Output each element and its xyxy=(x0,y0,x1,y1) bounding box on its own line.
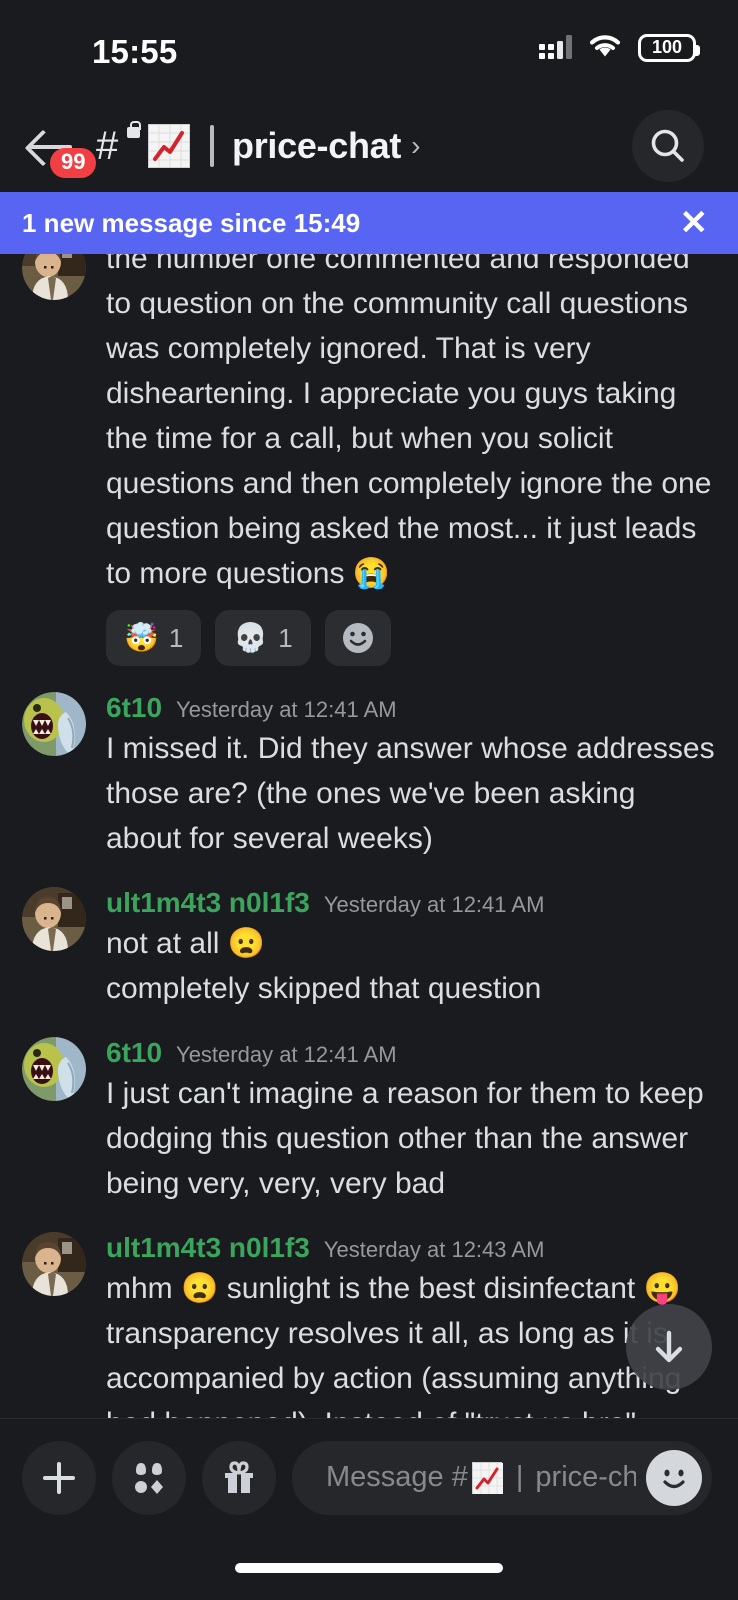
unread-badge: 99 xyxy=(50,148,97,179)
emoji-smiley-icon xyxy=(655,1458,693,1497)
gift-button[interactable] xyxy=(202,1440,276,1515)
message-input[interactable]: Message # | price-chat xyxy=(292,1440,712,1515)
channel-header: 99 # price-chat › xyxy=(0,100,738,192)
page-title[interactable]: price-chat xyxy=(232,125,401,167)
placeholder-channel: price-chat xyxy=(535,1461,636,1493)
message-text: not at all 😦 xyxy=(106,927,266,960)
message-body: ult1m4t3 n0l1f3 Yesterday at 12:43 AM mh… xyxy=(106,1232,716,1418)
cellular-signal-icon xyxy=(539,34,572,59)
search-button[interactable] xyxy=(632,110,704,182)
avatar[interactable] xyxy=(22,1037,86,1101)
exploding-head-emoji: 🤯 xyxy=(124,622,159,653)
header-divider xyxy=(210,125,214,167)
chevron-right-icon[interactable]: › xyxy=(411,130,420,162)
avatar[interactable] xyxy=(22,1232,86,1296)
search-icon xyxy=(651,129,684,162)
message-composer: Message # | price-chat xyxy=(0,1418,738,1536)
new-messages-banner-text: 1 new message since 15:49 xyxy=(22,207,361,238)
avatar[interactable] xyxy=(22,692,86,756)
message-meta: ult1m4t3 n0l1f3 Yesterday at 12:41 AM xyxy=(106,887,716,919)
message-row[interactable]: the number one commented and responded t… xyxy=(0,254,738,666)
message-body: 6t10 Yesterday at 12:41 AM I just can't … xyxy=(106,1037,716,1206)
message-timestamp: Yesterday at 12:43 AM xyxy=(323,1237,545,1262)
message-text: I just can't imagine a reason for them t… xyxy=(106,1077,713,1200)
message-meta: 6t10 Yesterday at 12:41 AM xyxy=(106,1037,716,1069)
jump-to-present-button[interactable] xyxy=(626,1304,712,1390)
emoji-picker-button[interactable] xyxy=(646,1449,702,1506)
avatar[interactable] xyxy=(22,254,86,300)
chart-increasing-emoji xyxy=(471,1461,503,1494)
home-indicator-bar xyxy=(0,1536,738,1600)
message-author[interactable]: 6t10 xyxy=(106,1037,162,1069)
add-reaction-button[interactable] xyxy=(324,610,391,666)
message-timestamp: Yesterday at 12:41 AM xyxy=(176,697,397,722)
plus-icon xyxy=(43,1461,75,1494)
reaction-count: 1 xyxy=(278,622,293,653)
skull-emoji: 💀 xyxy=(233,622,269,653)
message-text: the number one commented and responded t… xyxy=(106,254,720,590)
reaction-bar: 🤯 1 💀 1 xyxy=(106,610,716,666)
battery-level: 100 xyxy=(651,37,683,57)
wifi-icon xyxy=(588,32,622,63)
message-input-placeholder: Message # | price-chat xyxy=(326,1461,636,1494)
message-list[interactable]: the number one commented and responded t… xyxy=(0,254,738,1418)
message-body: the number one commented and responded t… xyxy=(106,254,716,666)
gift-icon xyxy=(225,1460,253,1493)
message-meta: ult1m4t3 n0l1f3 Yesterday at 12:43 AM xyxy=(106,1232,716,1264)
status-bar-icons: 100 xyxy=(539,32,700,63)
new-messages-banner[interactable]: 1 new message since 15:49 ✕ xyxy=(0,192,738,254)
message-row[interactable]: ult1m4t3 n0l1f3 Yesterday at 12:41 AM no… xyxy=(0,887,738,1011)
placeholder-divider: | xyxy=(515,1461,524,1493)
message-body: ult1m4t3 n0l1f3 Yesterday at 12:41 AM no… xyxy=(106,887,716,1011)
message-timestamp: Yesterday at 12:41 AM xyxy=(323,892,545,917)
message-row[interactable]: ult1m4t3 n0l1f3 Yesterday at 12:43 AM mh… xyxy=(0,1232,738,1418)
message-text: mhm 😦 sunlight is the best disinfectant … xyxy=(106,1272,682,1418)
close-icon[interactable]: ✕ xyxy=(680,206,709,240)
private-channel-hash-lock-icon: # xyxy=(96,121,141,169)
exploding-head-reaction[interactable]: 🤯 1 xyxy=(106,610,202,666)
home-indicator[interactable] xyxy=(235,1563,503,1573)
status-bar-clock: 15:55 xyxy=(92,33,178,70)
sticker-icon xyxy=(135,1462,163,1494)
skull-reaction[interactable]: 💀 1 xyxy=(215,610,311,666)
add-attachment-button[interactable] xyxy=(22,1440,96,1515)
back-button[interactable]: 99 xyxy=(28,118,97,179)
avatar[interactable] xyxy=(22,887,86,951)
placeholder-prefix: Message # xyxy=(326,1461,468,1493)
battery-icon: 100 xyxy=(638,33,700,62)
reaction-count: 1 xyxy=(168,622,184,653)
arrow-down-icon xyxy=(655,1330,683,1363)
discord-mobile-chat-screen: 15:55 100 99 # price-chat › 1 new messag… xyxy=(0,0,738,1600)
message-text-followup: completely skipped that question xyxy=(106,972,542,1005)
chart-increasing-emoji xyxy=(148,124,190,168)
status-bar: 15:55 100 xyxy=(0,0,738,100)
message-author[interactable]: ult1m4t3 n0l1f3 xyxy=(106,1232,310,1264)
message-timestamp: Yesterday at 12:41 AM xyxy=(176,1042,397,1067)
sticker-button[interactable] xyxy=(112,1440,186,1515)
message-author[interactable]: 6t10 xyxy=(106,692,162,724)
message-body: 6t10 Yesterday at 12:41 AM I missed it. … xyxy=(106,692,716,861)
message-author[interactable]: ult1m4t3 n0l1f3 xyxy=(106,887,310,919)
message-meta: 6t10 Yesterday at 12:41 AM xyxy=(106,692,716,724)
add-reaction-smiley-icon xyxy=(342,623,373,653)
message-text: I missed it. Did they answer whose addre… xyxy=(106,732,723,855)
message-row[interactable]: 6t10 Yesterday at 12:41 AM I just can't … xyxy=(0,1037,738,1206)
message-row[interactable]: 6t10 Yesterday at 12:41 AM I missed it. … xyxy=(0,692,738,861)
